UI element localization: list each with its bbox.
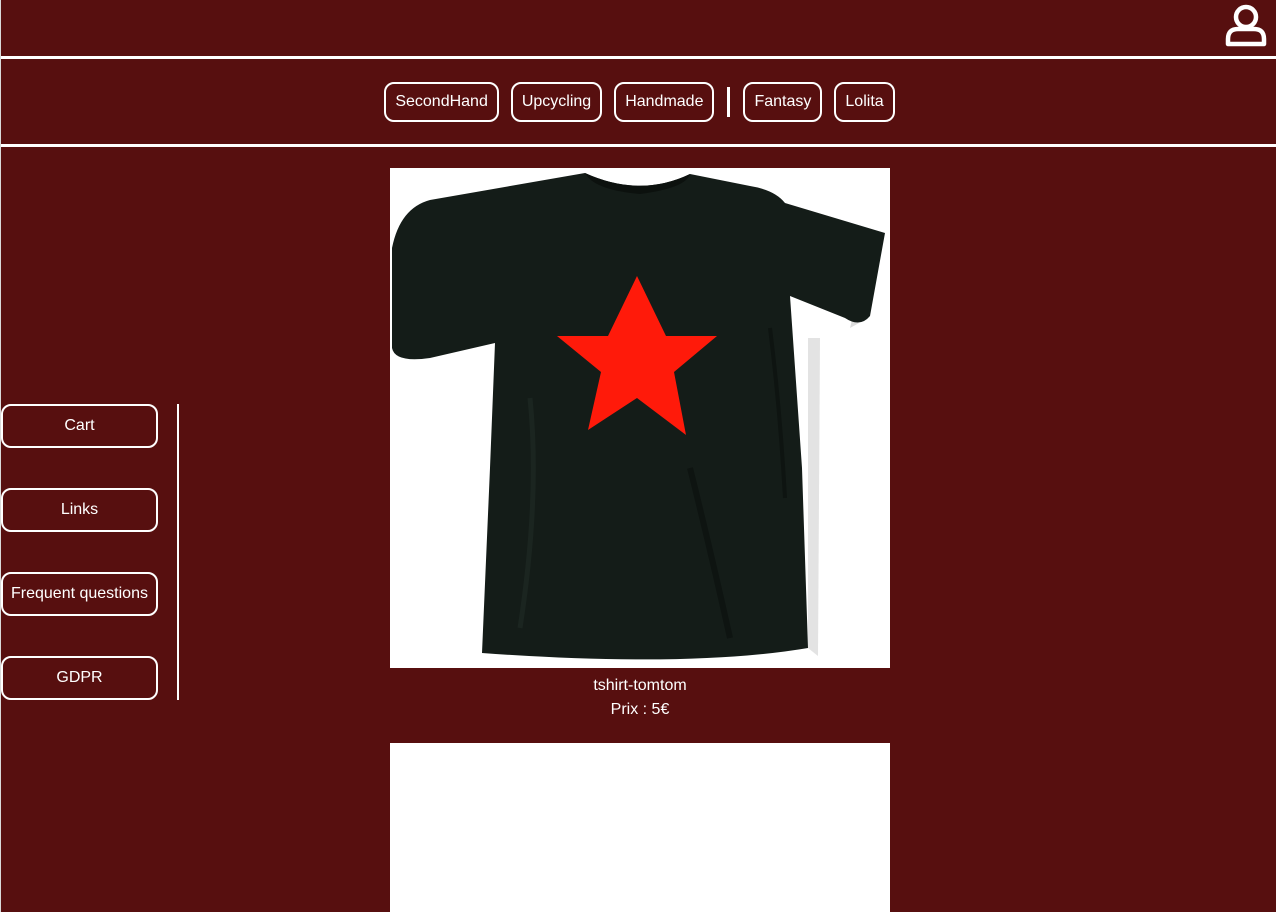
sidebar-gdpr-button[interactable]: GDPR — [1, 656, 158, 700]
category-fantasy-button[interactable]: Fantasy — [743, 82, 823, 122]
category-nav: SecondHand Upcycling Handmade Fantasy Lo… — [0, 80, 1276, 124]
sidebar-divider — [177, 404, 179, 700]
product-name: tshirt-tomtom — [593, 677, 687, 694]
category-lolita-button[interactable]: Lolita — [834, 82, 895, 122]
product-image[interactable] — [390, 168, 890, 668]
category-handmade-button[interactable]: Handmade — [614, 82, 715, 122]
top-bar — [0, 0, 1276, 56]
product-image[interactable] — [390, 743, 890, 912]
product-card[interactable] — [390, 743, 890, 912]
product-price: Prix : 5€ — [610, 701, 670, 718]
header-divider — [1, 56, 1276, 59]
product-card[interactable]: tshirt-tomtom Prix : 5€ — [390, 168, 890, 722]
category-secondhand-button[interactable]: SecondHand — [384, 82, 499, 122]
category-upcycling-button[interactable]: Upcycling — [510, 82, 603, 122]
sidebar: Cart Links Frequent questions GDPR — [1, 404, 158, 740]
sidebar-cart-button[interactable]: Cart — [1, 404, 158, 448]
sidebar-faq-button[interactable]: Frequent questions — [1, 572, 158, 616]
user-icon[interactable] — [1224, 3, 1268, 47]
sidebar-links-button[interactable]: Links — [1, 488, 158, 532]
category-separator — [727, 87, 731, 117]
nav-divider — [1, 144, 1276, 147]
